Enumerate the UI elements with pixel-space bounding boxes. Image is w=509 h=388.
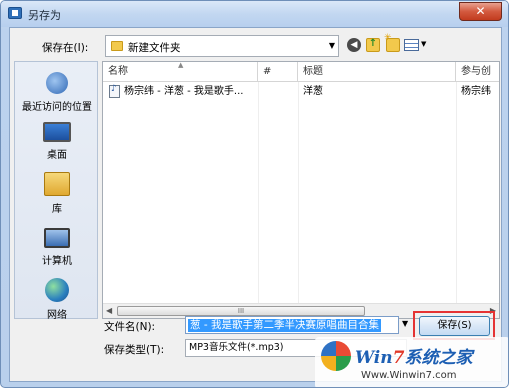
folder-icon [111, 41, 123, 51]
save-in-value: 新建文件夹 [128, 42, 181, 54]
computer-icon [44, 228, 70, 248]
save-button[interactable]: 保存(S) [419, 316, 490, 336]
column-header-title[interactable]: 标题 [298, 62, 456, 82]
sort-up-icon: ▲ [178, 62, 184, 69]
save-in-combo[interactable]: 新建文件夹 ▼ [105, 35, 339, 57]
place-computer[interactable]: 计算机 [15, 228, 99, 267]
window-title: 另存为 [28, 9, 61, 22]
new-folder-icon[interactable] [384, 33, 400, 52]
save-in-label: 保存在(I): [42, 42, 89, 54]
column-header-artist[interactable]: 参与创 [456, 62, 499, 82]
file-track-cell [263, 83, 297, 100]
dialog-body: 保存在(I): 新建文件夹 ▼ ◀ ↑ ▼ 最近访问的位置 桌面 库 [9, 27, 502, 382]
place-recent[interactable]: 最近访问的位置 [15, 72, 99, 113]
file-title-cell: 洋葱 [303, 86, 323, 97]
column-divider [258, 82, 259, 304]
desktop-icon [43, 122, 71, 142]
place-label: 计算机 [42, 256, 72, 267]
place-desktop[interactable]: 桌面 [15, 122, 99, 161]
app-icon [8, 7, 22, 19]
file-list[interactable]: ▲ 名称 # 标题 参与创 杨宗纬 - 洋葱 - 我是歌手... 洋葱 杨宗纬 … [102, 61, 500, 319]
file-artist-cell: 杨宗纬 [461, 86, 491, 97]
save-as-dialog: 另存为 ✕ 保存在(I): 新建文件夹 ▼ ◀ ↑ ▼ 最近访问的位置 桌面 库 [0, 0, 509, 388]
column-header-name[interactable]: ▲ 名称 [103, 62, 258, 82]
library-icon [44, 172, 70, 196]
scroll-left-icon[interactable]: ◀ [106, 306, 112, 315]
watermark-brand: Win7系统之家 [355, 348, 473, 368]
up-folder-icon[interactable]: ↑ [366, 38, 380, 52]
network-icon [45, 278, 69, 302]
file-name-cell[interactable]: 杨宗纬 - 洋葱 - 我是歌手... [124, 83, 258, 100]
filename-input[interactable]: 葱 - 我是歌手第二季半决赛原唱曲目合集 [185, 316, 399, 334]
column-header-track[interactable]: # [258, 62, 298, 82]
watermark-logo-icon [321, 341, 351, 371]
column-header-label: 名称 [108, 66, 128, 77]
place-library[interactable]: 库 [15, 172, 99, 215]
place-label: 库 [52, 204, 62, 215]
recent-places-icon [46, 72, 68, 94]
type-label: 保存类型(T): [104, 344, 165, 356]
place-label: 最近访问的位置 [22, 102, 92, 113]
views-dropdown-icon[interactable]: ▼ [421, 40, 426, 48]
title-bar: 另存为 ✕ [1, 1, 508, 27]
filename-value: 葱 - 我是歌手第二季半决赛原唱曲目合集 [188, 319, 381, 332]
chevron-down-icon: ▼ [328, 41, 335, 50]
watermark: Win7系统之家 Www.Winwin7.com [315, 337, 508, 387]
watermark-url: Www.Winwin7.com [361, 370, 457, 381]
column-divider [298, 82, 299, 304]
filename-dropdown-icon[interactable]: ▼ [402, 319, 408, 328]
scroll-thumb[interactable]: III [117, 306, 365, 316]
place-network[interactable]: 网络 [15, 278, 99, 321]
close-button[interactable]: ✕ [459, 2, 502, 21]
mp3-file-icon [109, 84, 120, 98]
views-icon[interactable] [404, 39, 419, 51]
place-label: 桌面 [47, 150, 67, 161]
place-label: 网络 [47, 310, 67, 321]
filename-label: 文件名(N): [104, 321, 156, 333]
column-divider [456, 82, 457, 304]
back-icon[interactable]: ◀ [347, 38, 361, 52]
places-bar: 最近访问的位置 桌面 库 计算机 网络 [14, 61, 99, 321]
